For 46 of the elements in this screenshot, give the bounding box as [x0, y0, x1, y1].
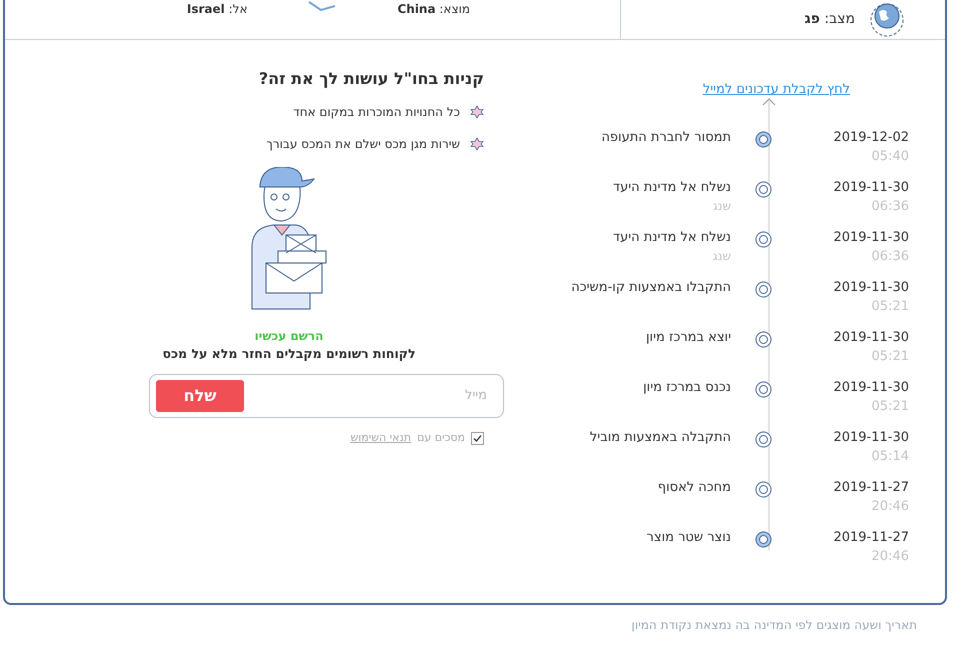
event-time: 05:40: [872, 148, 909, 166]
event-time: 06:36: [872, 248, 909, 266]
event-time: 05:21: [872, 348, 909, 366]
feature-text: שירות מגן מכס ישלם את המכס עבורך: [266, 136, 460, 153]
email-input-field[interactable]: מייל שלח: [149, 374, 504, 418]
terms-checkbox[interactable]: [471, 432, 484, 444]
event-time: 06:36: [872, 198, 909, 216]
event-time: 05:21: [872, 298, 909, 316]
event-time: 05:21: [872, 398, 909, 416]
event-description: נשלח אל מדינת היעד: [613, 178, 731, 196]
event-time: 05:14: [872, 448, 909, 466]
event-date: 2019-12-02: [833, 128, 909, 146]
status-text: מצב: פג: [804, 10, 855, 29]
terms-text: מסכים עם: [417, 430, 465, 446]
event-description: התקבלה באמצעות מוביל: [590, 428, 731, 446]
event-date: 2019-11-30: [833, 228, 909, 246]
event-description: התקבלו באמצעות קו-משיכה: [571, 278, 731, 296]
event-description: נוצר שטר מוצר: [646, 528, 731, 546]
event-description: תמסור לחברת התעופה: [601, 128, 731, 146]
feature-text: כל החנויות המוכרות במקום אחד: [293, 104, 460, 121]
caret-up-icon: [762, 98, 776, 106]
event-description: מחכה לאסוף: [658, 478, 731, 496]
register-now-heading: הרשם עכשיו: [254, 328, 324, 345]
event-description: יוצא במרכז מיון: [646, 328, 731, 346]
send-button[interactable]: שלח: [156, 380, 244, 412]
terms-link[interactable]: תנאי השימוש: [350, 430, 412, 446]
star-icon: [470, 105, 484, 119]
globe-icon: [869, 2, 905, 38]
event-time: 20:46: [872, 548, 909, 566]
event-description: נכנס במרכז מיון: [643, 378, 731, 396]
star-icon: [470, 137, 484, 151]
event-description: נשלח אל מדינת היעד: [613, 228, 731, 246]
event-date: 2019-11-30: [833, 428, 909, 446]
promo-subtitle: לקוחות רשומים מקבלים החזר מלא על מכס: [161, 345, 417, 363]
event-date: 2019-11-30: [833, 278, 909, 296]
event-date: 2019-11-27: [833, 478, 909, 496]
event-date: 2019-11-30: [833, 328, 909, 346]
event-time: 20:46: [872, 498, 909, 516]
event-date: 2019-11-30: [833, 378, 909, 396]
promo-title: קניות בחו"ל עושות לך את זה?: [258, 68, 484, 90]
event-location: שנג: [712, 248, 731, 265]
event-date: 2019-11-27: [833, 528, 909, 546]
event-location: שנג: [712, 198, 731, 215]
email-updates-link[interactable]: לחץ לקבלת עדכונים למייל: [702, 80, 850, 100]
event-date: 2019-11-30: [833, 178, 909, 196]
timezone-note: תאריך ושעה מוצגים לפי המדינה בה נמצאת נקודת המיון: [630, 617, 917, 634]
